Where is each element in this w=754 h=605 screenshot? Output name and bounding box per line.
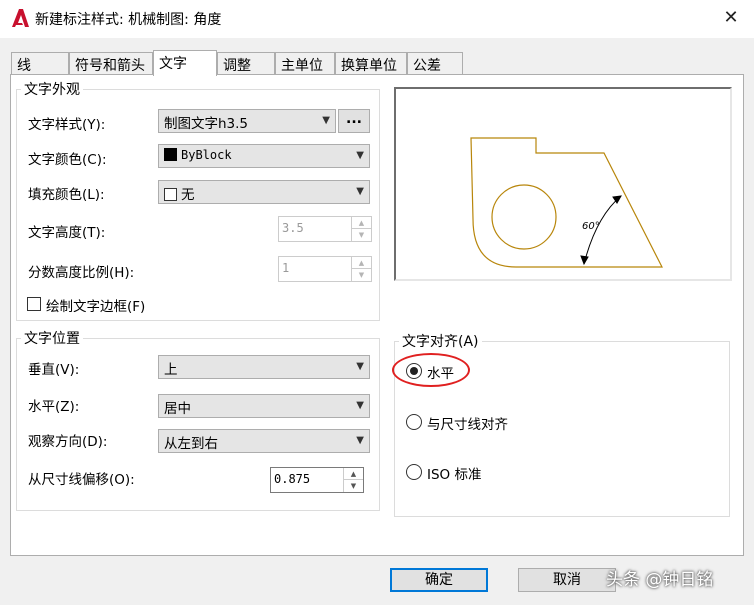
chevron-down-icon: ▼ (322, 115, 330, 126)
text-style-browse-button[interactable]: ... (338, 109, 370, 133)
window-title: 新建标注样式: 机械制图: 角度 (35, 12, 222, 28)
tab-symbols-arrows[interactable]: 符号和箭头 (69, 52, 153, 74)
fraction-height-scale-label: 分数高度比例(H): (28, 265, 135, 281)
chevron-down-icon: ▼ (356, 150, 364, 161)
spin-up-icon[interactable]: ▲ (352, 257, 371, 269)
chevron-down-icon: ▼ (356, 400, 364, 411)
tab-tolerances[interactable]: 公差 (407, 52, 463, 74)
text-alignment-group-label: 文字对齐(A) (399, 331, 482, 351)
horizontal-dropdown[interactable]: 居中 ▼ (158, 394, 370, 418)
chevron-down-icon: ▼ (356, 361, 364, 372)
text-height-value: 3.5 (282, 221, 304, 235)
tab-fit[interactable]: 调整 (217, 52, 275, 74)
title-bar[interactable]: 新建标注样式: 机械制图: 角度 ✕ (0, 0, 754, 38)
close-button[interactable]: ✕ (716, 5, 746, 31)
vertical-value: 上 (164, 362, 178, 378)
text-style-value: 制图文字h3.5 (164, 116, 249, 132)
text-height-label: 文字高度(T): (28, 225, 106, 241)
chevron-down-icon: ▼ (356, 435, 364, 446)
tab-primary-units[interactable]: 主单位 (275, 52, 335, 74)
ok-button[interactable]: 确定 (390, 568, 488, 592)
cancel-button[interactable]: 取消 (518, 568, 616, 592)
spin-down-icon[interactable]: ▼ (344, 480, 363, 492)
spin-up-icon[interactable]: ▲ (352, 217, 371, 229)
red-highlight-annotation (392, 353, 470, 387)
fraction-height-scale-spinner[interactable]: 1 ▲ ▼ (278, 256, 372, 282)
text-color-label: 文字颜色(C): (28, 152, 107, 168)
horizontal-value: 居中 (164, 401, 191, 417)
align-iso-standard-radio[interactable] (406, 464, 422, 480)
horizontal-label: 水平(Z): (28, 399, 80, 415)
fill-color-dropdown[interactable]: 无 ▼ (158, 180, 370, 204)
spin-down-icon[interactable]: ▼ (352, 269, 371, 281)
text-height-spinner[interactable]: 3.5 ▲ ▼ (278, 216, 372, 242)
part-outline (470, 137, 663, 268)
hole-circle (491, 184, 557, 250)
offset-from-dimline-value: 0.875 (274, 472, 311, 486)
text-style-label: 文字样式(Y): (28, 117, 106, 133)
align-with-dimline-radio[interactable] (406, 414, 422, 430)
vertical-dropdown[interactable]: 上 ▼ (158, 355, 370, 379)
text-appearance-group-label: 文字外观 (21, 79, 83, 99)
preview-panel: 60° (394, 87, 732, 281)
tab-text[interactable]: 文字 (153, 50, 217, 76)
text-color-value: ByBlock (181, 148, 232, 162)
fraction-height-scale-value: 1 (282, 261, 290, 275)
view-direction-label: 观察方向(D): (28, 434, 108, 450)
fill-color-label: 填充颜色(L): (28, 187, 105, 203)
view-direction-value: 从左到右 (164, 436, 218, 452)
tab-alternate-units[interactable]: 换算单位 (335, 52, 407, 74)
offset-from-dimline-spinner[interactable]: 0.875 ▲ ▼ (270, 467, 364, 493)
preview-drawing: 60° (470, 137, 663, 268)
text-color-dropdown[interactable]: ByBlock ▼ (158, 144, 370, 168)
offset-from-dimline-label: 从尺寸线偏移(O): (28, 472, 135, 488)
draw-frame-label: 绘制文字边框(F) (46, 299, 146, 315)
spin-down-icon[interactable]: ▼ (352, 229, 371, 241)
align-iso-standard-label: ISO 标准 (427, 467, 482, 483)
fill-color-value: 无 (181, 187, 195, 203)
chevron-down-icon: ▼ (356, 186, 364, 197)
text-style-dropdown[interactable]: 制图文字h3.5 ▼ (158, 109, 336, 133)
tab-lines[interactable]: 线 (11, 52, 69, 74)
empty-color-swatch-icon (164, 188, 177, 201)
vertical-label: 垂直(V): (28, 362, 80, 378)
spin-up-icon[interactable]: ▲ (344, 468, 363, 480)
view-direction-dropdown[interactable]: 从左到右 ▼ (158, 429, 370, 453)
draw-frame-checkbox[interactable] (27, 297, 41, 311)
watermark: 头条 @钟日铭 (606, 570, 714, 590)
text-placement-group-label: 文字位置 (21, 328, 83, 348)
align-with-dimline-label: 与尺寸线对齐 (427, 417, 508, 433)
angle-label: 60° (582, 221, 600, 232)
autocad-logo-icon (12, 9, 29, 27)
color-swatch-icon (164, 148, 177, 161)
